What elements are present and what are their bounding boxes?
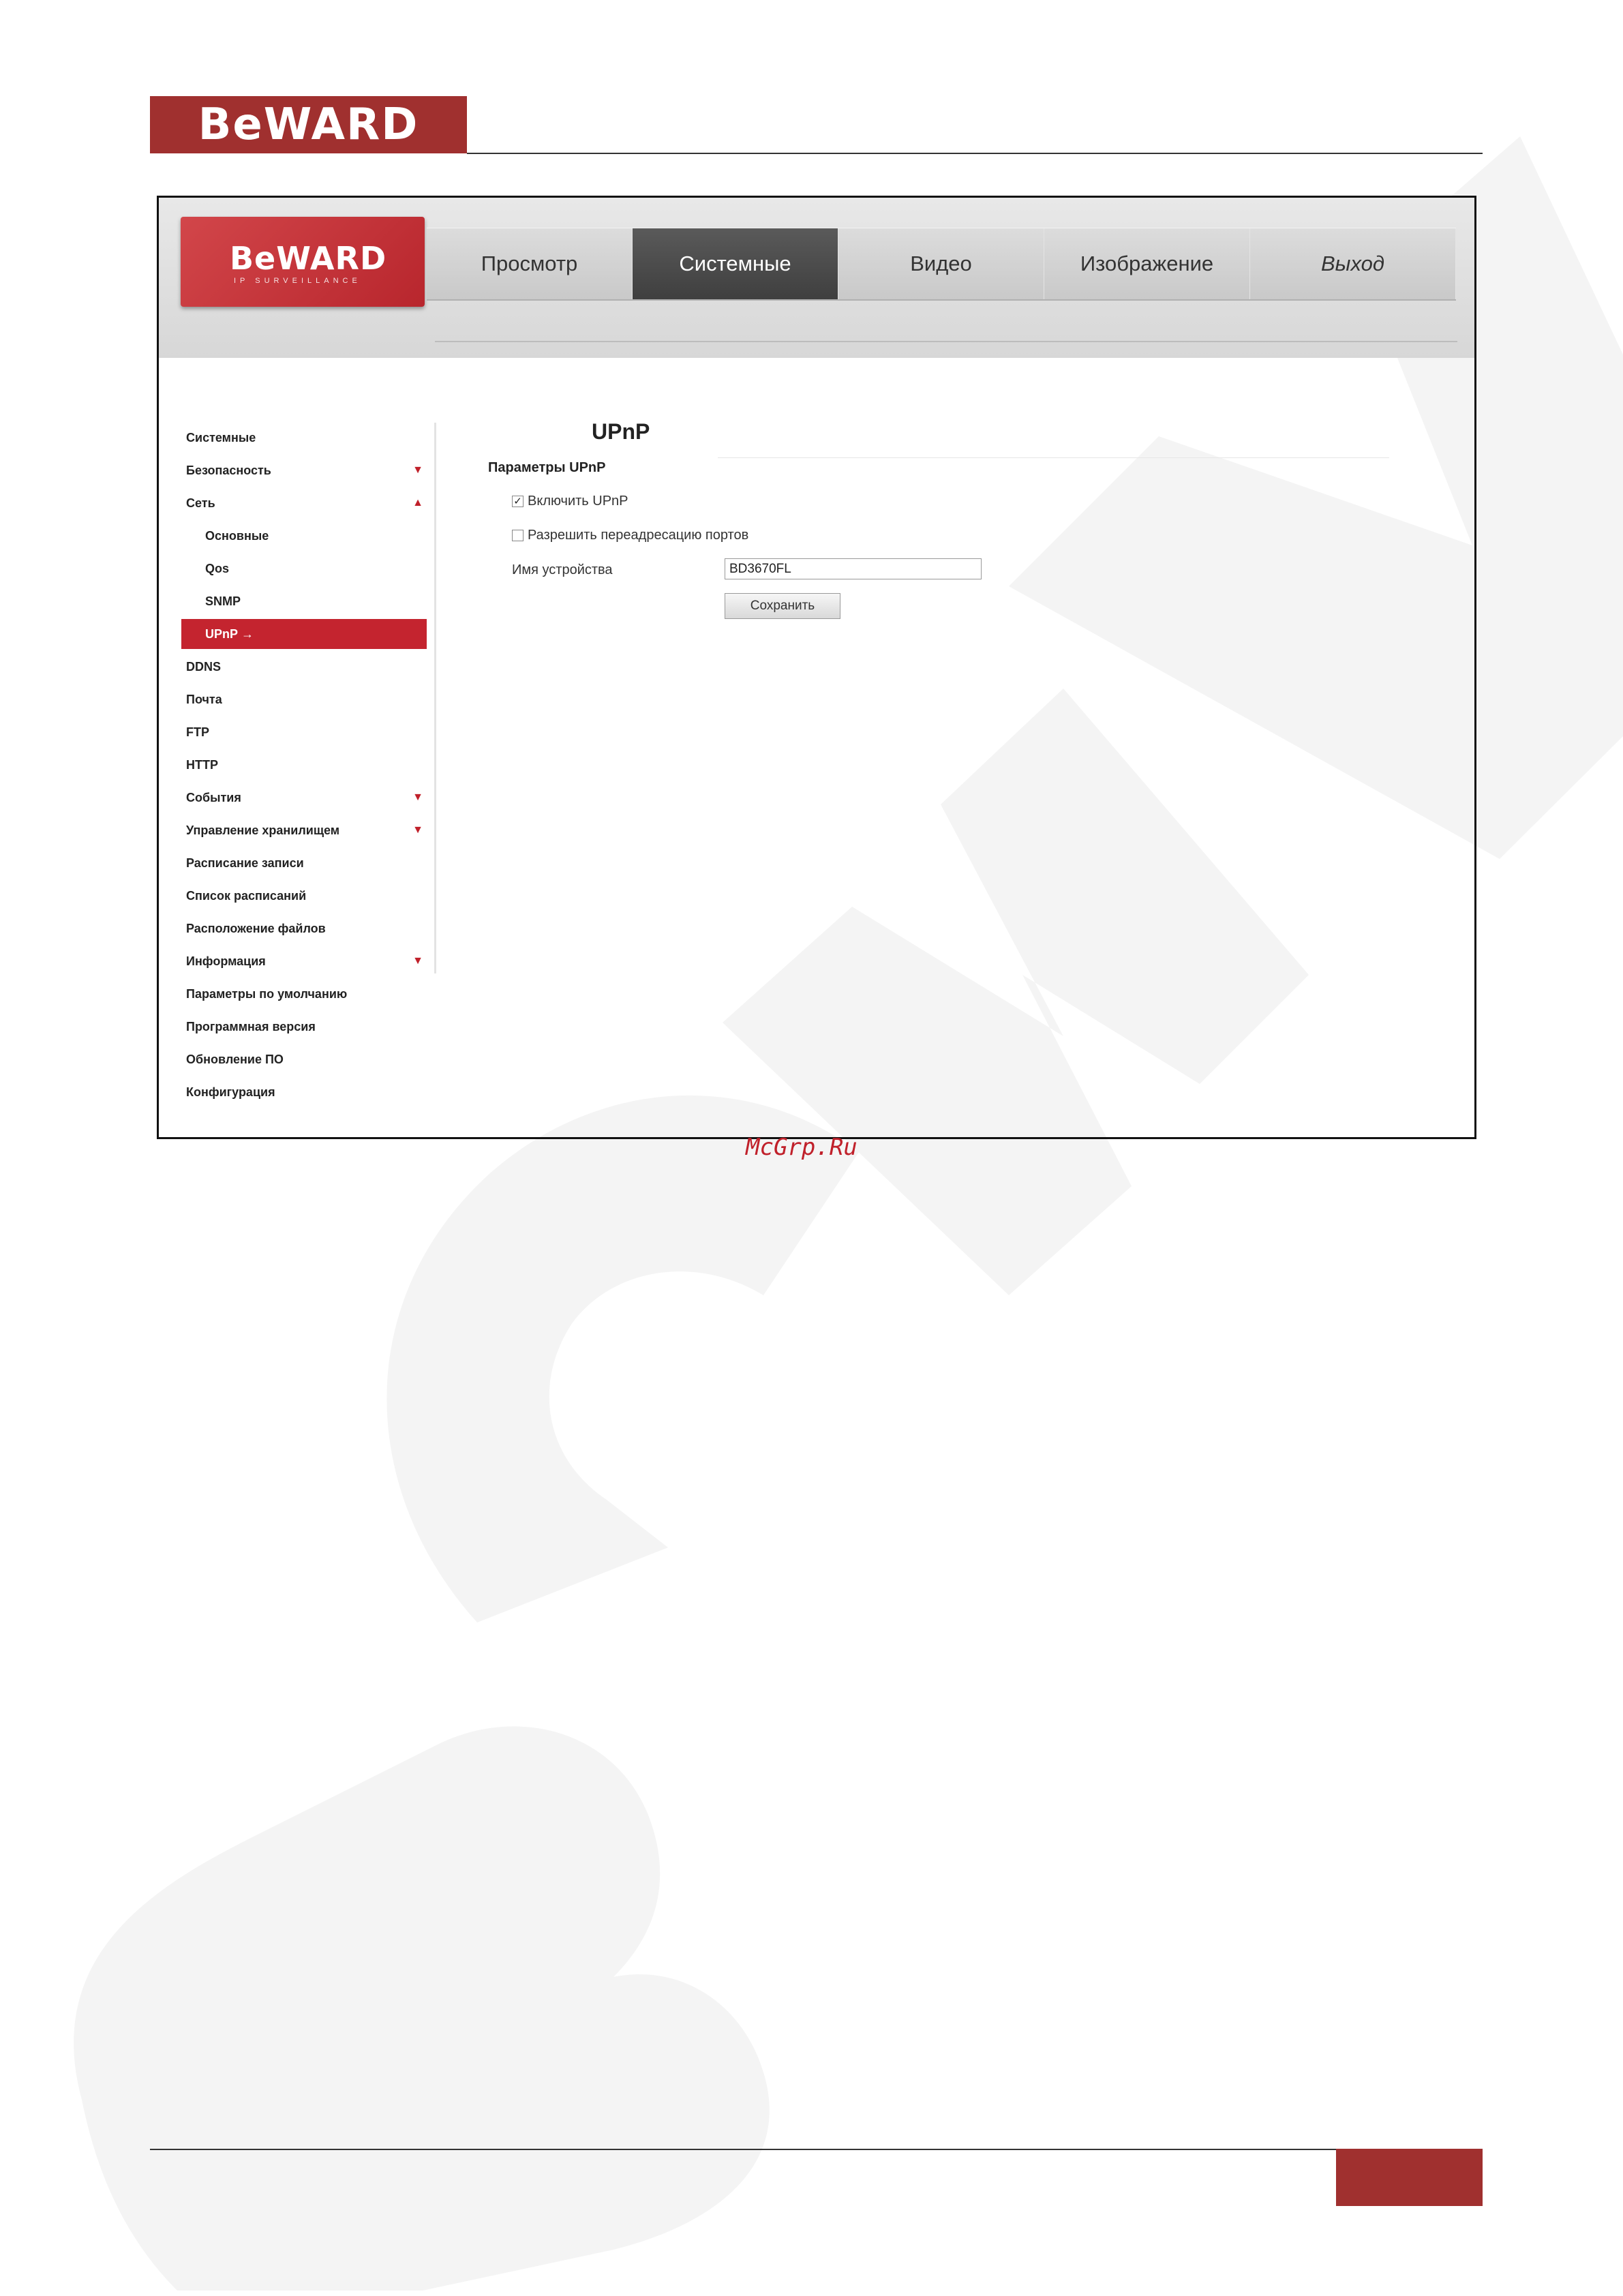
arrow-right-icon: → bbox=[241, 626, 254, 641]
sidebar-item-label: Обновление ПО bbox=[186, 1052, 284, 1066]
title-rule bbox=[718, 457, 1389, 458]
device-name-label: Имя устройства bbox=[512, 562, 613, 577]
sidebar-item-configuration[interactable]: Конфигурация bbox=[186, 1077, 431, 1107]
sidebar-item-label: Сеть bbox=[186, 496, 215, 510]
sidebar-item-information[interactable]: Информация ▼ bbox=[186, 946, 431, 976]
tab-system[interactable]: Системные bbox=[633, 228, 838, 299]
app-logo: BeWARD IP SURVEILLANCE bbox=[181, 217, 425, 307]
sidebar-item-label: Расписание записи bbox=[186, 856, 304, 870]
sidebar-item-label: Параметры по умолчанию bbox=[186, 986, 348, 1001]
sidebar-item-ddns[interactable]: DDNS bbox=[186, 652, 431, 682]
chevron-down-icon: ▼ bbox=[412, 824, 423, 836]
sidebar-item-snmp[interactable]: SNMP bbox=[205, 586, 430, 616]
chevron-up-icon: ▲ bbox=[412, 497, 423, 509]
beward-logo-text: BeWARD bbox=[198, 100, 419, 150]
sidebar-item-label: Расположение файлов bbox=[186, 921, 326, 935]
beward-logo: BeWARD bbox=[150, 96, 467, 153]
sidebar-item-storage[interactable]: Управление хранилищем ▼ bbox=[186, 815, 431, 845]
sidebar-item-label: Безопасность bbox=[186, 463, 271, 477]
sidebar-item-label: Почта bbox=[186, 692, 222, 706]
sidebar-item-label: SNMP bbox=[205, 594, 241, 608]
sidebar-item-label: Программная версия bbox=[186, 1019, 316, 1033]
tab-logout[interactable]: Выход bbox=[1250, 228, 1456, 299]
sidebar-item-label: Информация bbox=[186, 954, 266, 968]
device-name-input[interactable] bbox=[725, 558, 982, 579]
tab-image[interactable]: Изображение bbox=[1044, 228, 1250, 299]
sidebar-item-software-version[interactable]: Программная версия bbox=[186, 1012, 431, 1042]
port-forwarding-checkbox[interactable] bbox=[512, 530, 524, 541]
main-nav: Просмотр Системные Видео Изображение Вых… bbox=[427, 228, 1456, 301]
port-forwarding-row: Разрешить переадресацию портов bbox=[512, 528, 748, 543]
sidebar-item-label: HTTP bbox=[186, 757, 218, 772]
enable-upnp-checkbox[interactable]: ✓ bbox=[512, 496, 524, 507]
app-logo-subtitle: IP SURVEILLANCE bbox=[234, 277, 361, 285]
save-button[interactable]: Сохранить bbox=[725, 593, 840, 619]
tab-video[interactable]: Видео bbox=[838, 228, 1044, 299]
sidebar-item-events[interactable]: События ▼ bbox=[186, 783, 431, 813]
screenshot-frame: BeWARD IP SURVEILLANCE Просмотр Системны… bbox=[157, 196, 1476, 1139]
sidebar-item-ftp[interactable]: FTP bbox=[186, 717, 431, 747]
sidebar-item-system[interactable]: Системные bbox=[186, 423, 431, 453]
chevron-down-icon: ▼ bbox=[412, 464, 423, 476]
enable-upnp-row: ✓ Включить UPnP bbox=[512, 494, 628, 509]
sidebar-item-defaults[interactable]: Параметры по умолчанию bbox=[186, 979, 431, 1009]
page-title: UPnP bbox=[592, 419, 650, 444]
sidebar-item-security[interactable]: Безопасность ▼ bbox=[186, 455, 431, 485]
chevron-down-icon: ▼ bbox=[412, 791, 423, 803]
sidebar-item-network[interactable]: Сеть ▲ bbox=[186, 488, 431, 518]
tab-view[interactable]: Просмотр bbox=[427, 228, 633, 299]
sidebar-item-label: FTP bbox=[186, 725, 209, 739]
sidebar-item-file-location[interactable]: Расположение файлов bbox=[186, 913, 431, 943]
sidebar-item-label: Список расписаний bbox=[186, 888, 307, 903]
sidebar-item-qos[interactable]: Qos bbox=[205, 554, 430, 584]
source-caption: McGrp.Ru bbox=[746, 1134, 858, 1161]
enable-upnp-label: Включить UPnP bbox=[528, 494, 628, 509]
footer-rule bbox=[150, 2149, 1336, 2150]
sidebar-item-label: Конфигурация bbox=[186, 1085, 275, 1099]
sidebar-item-mail[interactable]: Почта bbox=[186, 684, 431, 714]
footer-block bbox=[1336, 2149, 1483, 2206]
sidebar-item-label: Основные bbox=[205, 528, 269, 543]
sidebar-item-upnp[interactable]: UPnP → bbox=[181, 619, 427, 649]
header-divider bbox=[435, 341, 1457, 342]
sidebar-item-label: Системные bbox=[186, 430, 256, 444]
section-title: Параметры UPnP bbox=[488, 460, 606, 475]
sidebar-item-record-schedule[interactable]: Расписание записи bbox=[186, 848, 431, 878]
sidebar-item-schedule-list[interactable]: Список расписаний bbox=[186, 881, 431, 911]
sidebar-item-label: Управление хранилищем bbox=[186, 823, 340, 837]
port-forwarding-label: Разрешить переадресацию портов bbox=[528, 528, 749, 543]
sidebar-item-http[interactable]: HTTP bbox=[186, 750, 431, 780]
sidebar-item-label: DDNS bbox=[186, 659, 222, 674]
chevron-down-icon: ▼ bbox=[412, 955, 423, 967]
sidebar-item-label: Qos bbox=[205, 561, 230, 575]
sidebar-item-basic[interactable]: Основные bbox=[205, 521, 430, 551]
app-logo-text: BeWARD bbox=[230, 240, 387, 277]
header-rule bbox=[467, 153, 1483, 154]
sidebar-divider bbox=[434, 423, 436, 973]
sidebar-item-label: События bbox=[186, 790, 241, 804]
sidebar-item-firmware-update[interactable]: Обновление ПО bbox=[186, 1044, 431, 1074]
app-header: BeWARD IP SURVEILLANCE Просмотр Системны… bbox=[159, 198, 1474, 358]
sidebar-item-label: UPnP bbox=[205, 626, 239, 641]
